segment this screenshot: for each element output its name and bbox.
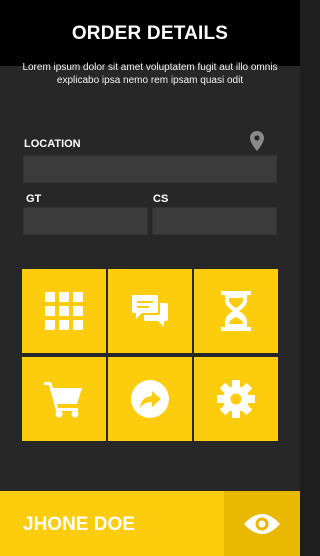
gt-label: GT (26, 193, 42, 205)
description-text: Lorem ipsum dolor sit amet voluptatem fu… (22, 62, 278, 86)
tile-settings[interactable] (194, 357, 278, 441)
share-icon (131, 380, 169, 418)
hourglass-icon (221, 291, 251, 331)
cart-icon (44, 382, 82, 418)
location-field[interactable] (23, 155, 277, 183)
eye-icon (244, 513, 280, 534)
user-footer: JHONE DOE (0, 491, 300, 556)
cs-field[interactable] (152, 207, 277, 235)
user-name: JHONE DOE (23, 514, 135, 535)
tile-grid[interactable] (22, 269, 106, 353)
cs-label: CS (153, 193, 169, 205)
tile-share[interactable] (108, 357, 192, 441)
tile-hourglass[interactable] (194, 269, 278, 353)
location-label: LOCATION (24, 138, 81, 150)
location-pin-icon[interactable] (250, 131, 264, 151)
chat-icon (132, 295, 168, 327)
tile-chat[interactable] (108, 269, 192, 353)
page-title: ORDER DETAILS (71, 23, 229, 44)
gear-icon (217, 380, 255, 418)
action-grid (22, 269, 278, 441)
header-bar: ORDER DETAILS (0, 0, 300, 66)
tile-cart[interactable] (22, 357, 106, 441)
view-button[interactable] (224, 491, 300, 556)
gt-field[interactable] (23, 207, 148, 235)
grid-icon (45, 292, 83, 330)
